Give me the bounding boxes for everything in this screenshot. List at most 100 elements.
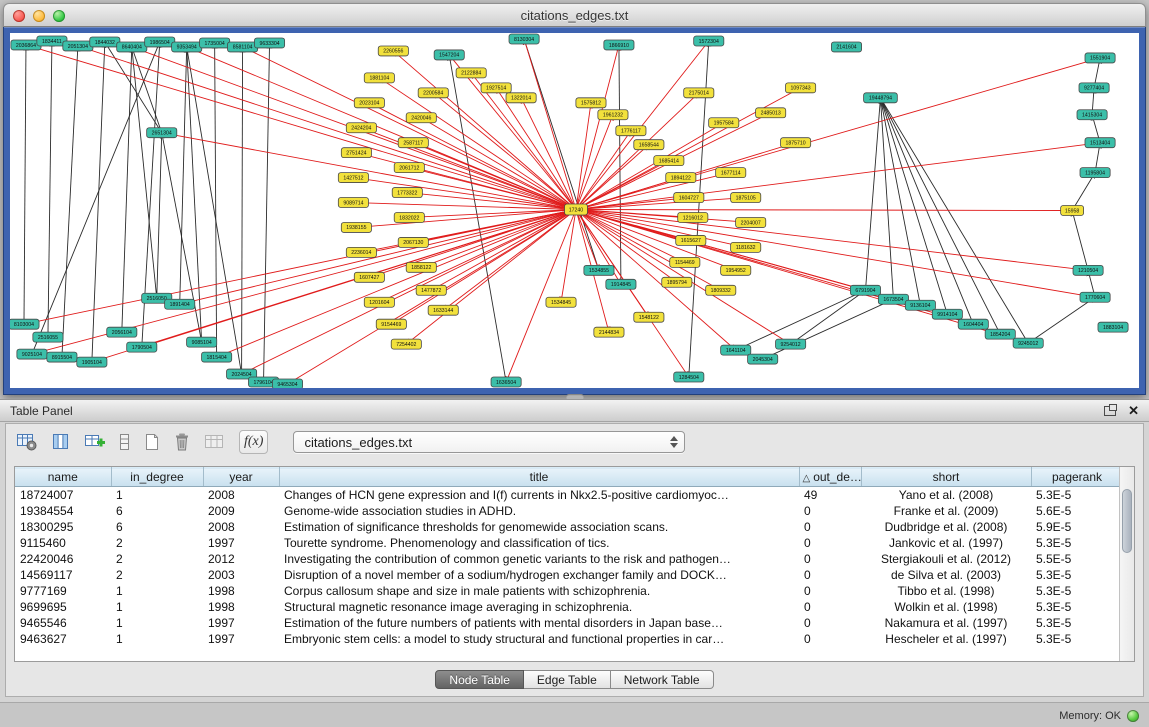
table-cell[interactable]: 1998 [203,599,279,615]
network-node[interactable]: 1866910 [604,40,634,50]
network-edge[interactable] [880,98,920,305]
network-edge[interactable] [217,210,576,358]
network-node[interactable]: 2144834 [594,327,624,337]
table-row[interactable]: 1830029562008Estimation of significance … [15,519,1123,535]
table-cell[interactable]: 5.3E-5 [1031,487,1123,503]
network-edge[interactable] [576,115,613,210]
table-cell[interactable]: 0 [799,567,861,583]
network-node[interactable]: 9154469 [376,319,406,329]
network-edge[interactable] [576,131,631,210]
network-node[interactable]: 9025104 [17,349,47,359]
network-edge[interactable] [48,41,52,337]
table-cell[interactable]: Structural magnetic resonance image aver… [279,599,799,615]
network-node[interactable]: 1895794 [662,277,692,287]
network-node[interactable]: 9277404 [1079,83,1109,93]
table-row[interactable]: 1456911722003Disruption of a novel membe… [15,567,1123,583]
tab-network-table[interactable]: Network Table [611,670,714,689]
table-cell[interactable]: Tourette syndrome. Phenomenology and cla… [279,535,799,551]
table-cell[interactable]: 9115460 [15,535,111,551]
table-cell[interactable]: 0 [799,599,861,615]
table-row[interactable]: 946554611997Estimation of the future num… [15,615,1123,631]
network-edge[interactable] [62,46,78,357]
network-node[interactable]: 2651304 [147,128,177,138]
table-cell[interactable]: 9699695 [15,599,111,615]
column-header-in_degree[interactable]: in_degree [111,468,203,487]
table-cell[interactable]: 1997 [203,631,279,647]
table-cell[interactable]: 5.3E-5 [1031,615,1123,631]
table-cell[interactable]: Disruption of a novel member of a sodium… [279,567,799,583]
table-cell[interactable]: Nakamura et al. (1997) [861,615,1031,631]
network-node[interactable]: 1575812 [576,98,606,108]
network-node[interactable]: 1547204 [434,50,464,60]
table-cell[interactable]: 5.5E-5 [1031,551,1123,567]
close-window-button[interactable] [13,10,25,22]
network-node[interactable]: 8130304 [509,34,539,44]
table-cell[interactable]: Wolkin et al. (1998) [861,599,1031,615]
network-edge[interactable] [122,47,132,332]
table-cell[interactable]: 5.6E-5 [1031,503,1123,519]
network-node[interactable]: 1322014 [506,93,536,103]
network-node[interactable]: 1858122 [406,262,436,272]
network-edge[interactable] [576,210,689,378]
import-table-icon[interactable] [204,430,226,454]
network-edge[interactable] [264,43,270,382]
network-edge[interactable] [576,210,791,345]
network-edge[interactable] [576,143,1100,210]
network-node[interactable]: 1636504 [491,377,521,387]
table-cell[interactable]: 1 [111,615,203,631]
network-node[interactable]: 9245012 [1013,338,1043,348]
network-node[interactable]: 2051304 [63,41,93,51]
network-node[interactable]: 19448794 [864,93,898,103]
network-node[interactable]: 1854204 [985,329,1015,339]
network-node[interactable]: 8915504 [47,352,77,362]
table-cell[interactable]: 1997 [203,535,279,551]
table-cell[interactable]: 9465546 [15,615,111,631]
table-cell[interactable]: Franke et al. (2009) [861,503,1031,519]
network-node[interactable]: 9633304 [254,38,284,48]
network-node[interactable]: 1604727 [674,193,704,203]
network-node[interactable]: 9914104 [932,309,962,319]
network-node[interactable]: 1770604 [1080,292,1110,302]
network-node[interactable]: 1195804 [1080,168,1110,178]
table-cell[interactable]: 1 [111,631,203,647]
table-cell[interactable]: 2 [111,567,203,583]
network-edge[interactable] [180,47,187,304]
network-node[interactable]: 1961232 [598,110,628,120]
window-titlebar[interactable]: citations_edges.txt [3,3,1146,27]
network-edge[interactable] [288,210,576,385]
table-cell[interactable]: 0 [799,519,861,535]
network-edge[interactable] [496,88,576,210]
network-node[interactable]: 9353494 [172,42,202,52]
network-edge[interactable] [865,98,880,290]
network-node[interactable]: 1685414 [654,156,684,166]
network-node[interactable]: 1735004 [200,38,230,48]
network-node[interactable]: 6791904 [850,285,880,295]
network-node[interactable]: 8103004 [10,319,39,329]
network-node[interactable]: 1548122 [634,312,664,322]
network-edge[interactable] [105,42,162,133]
network-edge[interactable] [576,41,709,210]
network-edge[interactable] [24,45,26,324]
float-panel-icon[interactable] [1104,406,1116,416]
network-node[interactable]: 1210504 [1073,265,1103,275]
table-cell[interactable]: 5.9E-5 [1031,519,1123,535]
network-node[interactable]: 1604404 [958,319,988,329]
network-node[interactable]: 2587117 [398,138,428,148]
network-node[interactable]: 1776117 [616,126,646,136]
table-cell[interactable]: Dudbridge et al. (2008) [861,519,1031,535]
table-cell[interactable]: 14569117 [15,567,111,583]
network-node[interactable]: 1572304 [694,36,724,46]
function-builder-icon[interactable]: f(x) [239,430,268,454]
table-cell[interactable]: Investigating the contribution of common… [279,551,799,567]
network-edge[interactable] [1028,297,1095,343]
table-cell[interactable]: 5.3E-5 [1031,567,1123,583]
network-node[interactable]: 1938155 [341,222,371,232]
table-cell[interactable]: 2 [111,551,203,567]
table-cell[interactable]: Genome-wide association studies in ADHD. [279,503,799,519]
network-node[interactable]: 1986504 [145,37,175,47]
table-cell[interactable]: 9777169 [15,583,111,599]
table-cell[interactable]: 0 [799,615,861,631]
table-cell[interactable]: 2009 [203,503,279,519]
table-cell[interactable]: 18724007 [15,487,111,503]
network-node[interactable]: 1881104 [364,73,394,83]
